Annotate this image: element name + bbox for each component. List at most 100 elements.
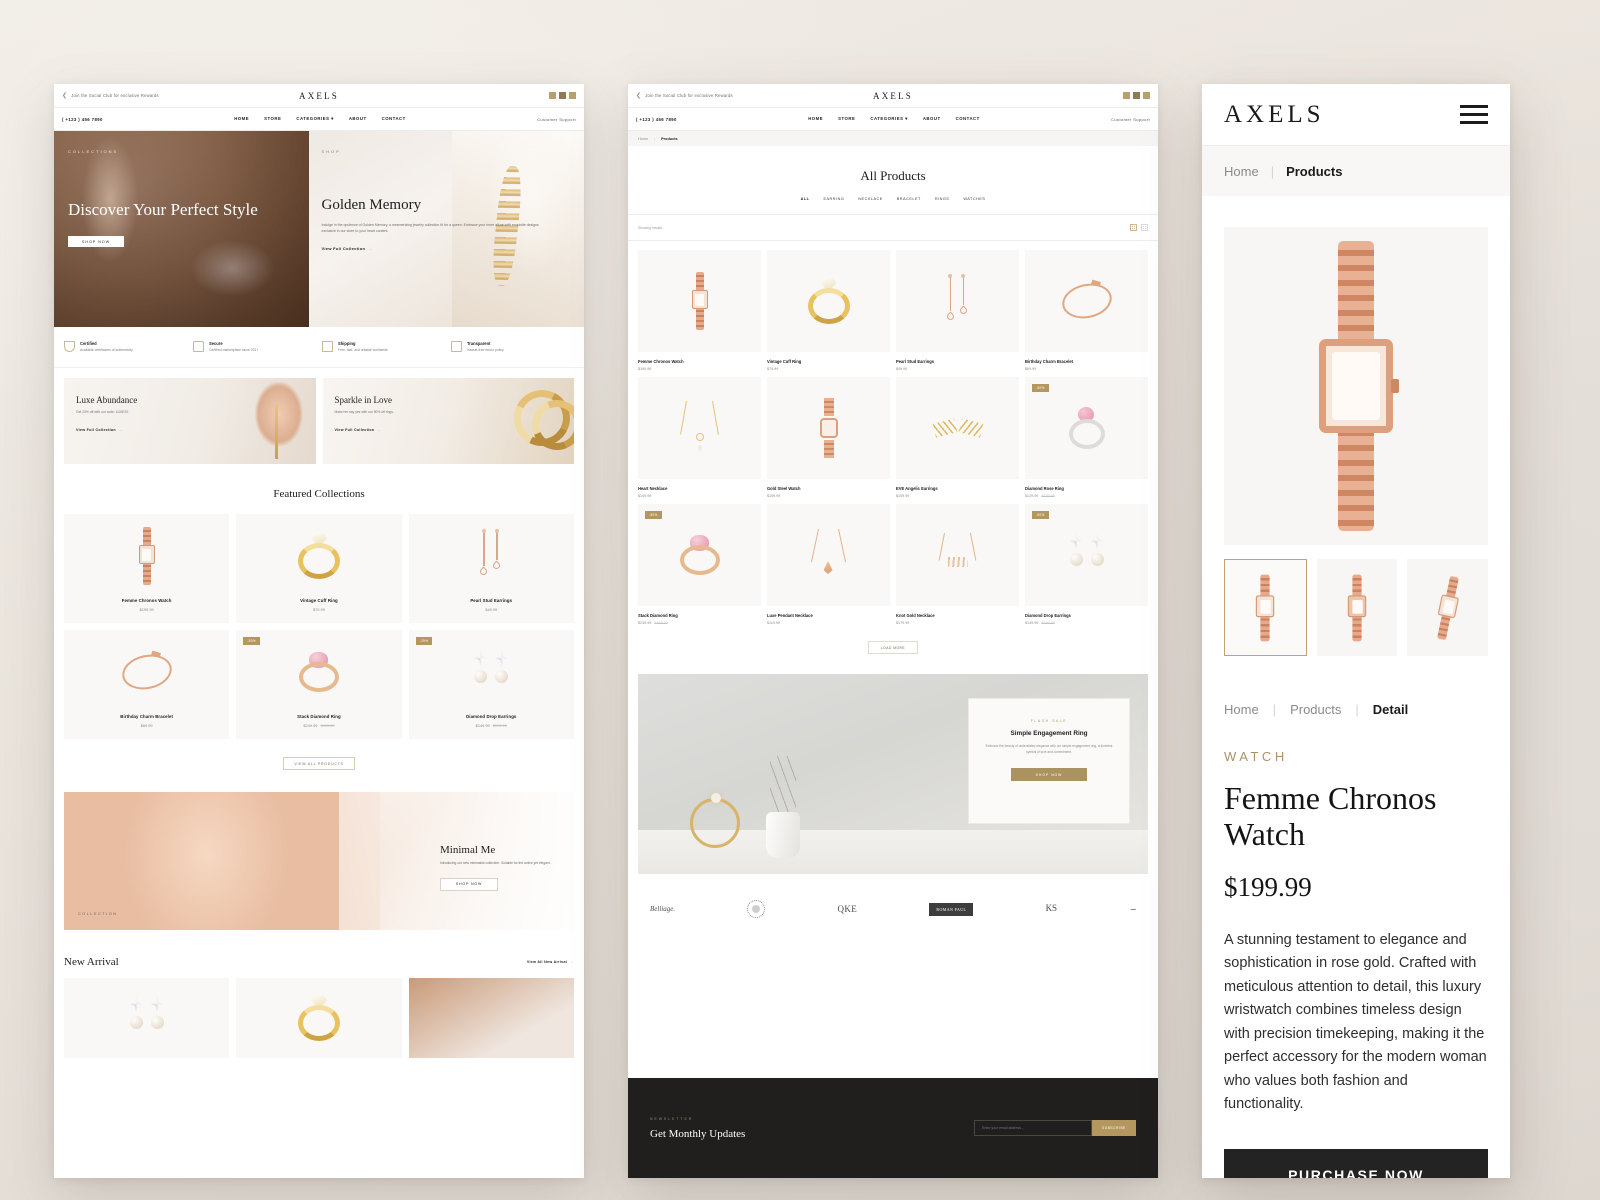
hero-shop-now-button[interactable]: SHOP NOW xyxy=(68,236,124,248)
gold-watch-artwork xyxy=(819,398,839,458)
filter-earring[interactable]: EARRING xyxy=(823,197,844,201)
facebook-icon[interactable] xyxy=(1143,92,1150,99)
brand-logo[interactable]: AXELS xyxy=(1224,101,1325,129)
breadcrumb-products[interactable]: Products xyxy=(1290,702,1341,717)
product-thumbnail-3[interactable] xyxy=(1407,559,1489,656)
new-arrival-title: New Arrival xyxy=(64,956,119,969)
instagram-icon[interactable] xyxy=(549,92,556,99)
hamburger-menu-icon[interactable] xyxy=(1460,100,1488,129)
promo-text: Join the Social Club for exclusive Rewar… xyxy=(645,93,733,98)
product-card[interactable]: Gold Steel Watch $159.99 xyxy=(767,377,890,498)
product-card[interactable]: EVE Angelic Earrings $159.99 xyxy=(896,377,1019,498)
product-price: $69.99 xyxy=(140,723,153,729)
filter-bracelet[interactable]: BRACELET xyxy=(897,197,921,201)
product-price: $149.99 $199.99 xyxy=(475,723,507,729)
nav-item-home[interactable]: HOME xyxy=(234,116,249,122)
product-card[interactable]: -25% Diamond Drop Earrings $149.99 $199.9… xyxy=(408,630,574,740)
filter-rings[interactable]: RINGS xyxy=(935,197,950,201)
nav-item-about[interactable]: ABOUT xyxy=(923,116,941,122)
share-icon[interactable]: ❮ xyxy=(636,92,641,99)
grid-view-icon[interactable] xyxy=(1130,224,1137,231)
newsletter-subscribe-button[interactable]: SUBSCRIBE xyxy=(1092,1120,1136,1136)
product-price: $149.99 xyxy=(638,494,652,498)
nav-item-contact[interactable]: CONTACT xyxy=(382,116,406,122)
share-icon[interactable]: ❮ xyxy=(62,92,67,99)
purchase-now-button[interactable]: PURCHASE NOW xyxy=(1224,1148,1488,1178)
product-image xyxy=(638,504,761,606)
detail-breadcrumb: Home | Products | Detail xyxy=(1224,702,1488,717)
product-card[interactable]: Vintage Cuff Ring $79.99 xyxy=(236,514,402,624)
discount-badge: -50% xyxy=(243,637,260,646)
product-card[interactable]: Knot Gold Necklace $179.99 xyxy=(896,504,1019,625)
hero-section: COLLECTIONS Discover Your Perfect Style … xyxy=(54,131,584,327)
earrings-artwork xyxy=(945,274,971,327)
social-links[interactable] xyxy=(1123,92,1150,99)
top-announcement-bar: ❮ Join the Social Club for exclusive Rew… xyxy=(54,84,584,108)
product-card[interactable]: Heart Necklace $149.99 xyxy=(638,377,761,498)
product-card[interactable]: -50% Diamond Rose Ring $129.99 $259.99 xyxy=(1025,377,1148,498)
newsletter-email-input[interactable] xyxy=(974,1120,1092,1136)
breadcrumb-home[interactable]: Home xyxy=(1224,164,1259,179)
filter-watches[interactable]: WATCHES xyxy=(963,197,985,201)
filter-all[interactable]: ALL xyxy=(801,197,810,201)
newsletter-title: Get Monthly Updates xyxy=(650,1127,746,1140)
product-filters: ALL EARRING NECKLACE BRACELET RINGS WATC… xyxy=(628,197,1158,201)
twitter-icon[interactable] xyxy=(559,92,566,99)
new-arrival-card[interactable] xyxy=(64,978,230,1059)
product-price: $49.99 xyxy=(896,367,908,371)
drop-earrings-artwork xyxy=(474,650,509,694)
social-links[interactable] xyxy=(549,92,576,99)
customer-support-link[interactable]: Customer Support xyxy=(537,117,576,122)
new-arrival-card[interactable] xyxy=(236,978,402,1059)
nav-item-store[interactable]: STORE xyxy=(264,116,281,122)
product-thumbnail-1[interactable] xyxy=(1224,559,1307,656)
product-price: $159.99 xyxy=(896,494,910,498)
minimal-shop-now-button[interactable]: SHOP NOW xyxy=(440,877,498,891)
list-view-icon[interactable] xyxy=(1141,224,1148,231)
knot-necklace-artwork xyxy=(937,532,979,577)
product-card[interactable]: Pearl Stud Earrings $49.99 xyxy=(896,250,1019,371)
product-card[interactable]: Femme Chronos Watch $199.99 xyxy=(638,250,761,371)
view-all-new-arrival-link[interactable]: View All New Arrival → xyxy=(527,960,574,964)
flash-sale-shop-now-button[interactable]: SHOP NOW xyxy=(1011,768,1087,782)
facebook-icon[interactable] xyxy=(569,92,576,99)
product-card[interactable]: Birthday Charm Bracelet $69.99 xyxy=(64,630,230,740)
diamond-icon xyxy=(64,341,75,352)
product-thumbnail-2[interactable] xyxy=(1316,559,1398,656)
nav-item-contact[interactable]: CONTACT xyxy=(956,116,980,122)
product-card[interactable]: -50% Stack Diamond Ring $249.99 $499.99 xyxy=(236,630,402,740)
product-card[interactable]: -50% Diamond Drop Earrings $149.99 $199.9… xyxy=(1025,504,1148,625)
nav-item-categories[interactable]: CATEGORIES ▾ xyxy=(296,116,333,122)
breadcrumb-separator: | xyxy=(1355,702,1359,717)
load-more-button[interactable]: LOAD MORE xyxy=(868,641,918,654)
nav-item-about[interactable]: ABOUT xyxy=(349,116,367,122)
new-arrival-card[interactable] xyxy=(408,978,574,1059)
customer-support-link[interactable]: Customer Support xyxy=(1111,117,1150,122)
gold-rings-artwork xyxy=(506,382,574,458)
breadcrumb-home[interactable]: Home xyxy=(638,137,648,141)
product-card[interactable]: Pearl Stud Earrings $49.99 xyxy=(408,514,574,624)
phone-number[interactable]: ( +123 ) 456 7890 xyxy=(636,117,677,122)
product-image xyxy=(409,514,574,598)
product-main-image[interactable] xyxy=(1224,227,1488,545)
product-card[interactable]: Femme Chronos Watch $199.99 xyxy=(64,514,230,624)
phone-number[interactable]: ( +123 ) 456 7890 xyxy=(62,117,103,122)
product-card[interactable]: Luxe Pendant Necklace $119.99 xyxy=(767,504,890,625)
view-all-products-button[interactable]: VIEW ALL PRODUCTS xyxy=(283,757,355,771)
nav-item-home[interactable]: HOME xyxy=(808,116,823,122)
nav-item-categories[interactable]: CATEGORIES ▾ xyxy=(870,116,907,122)
product-card[interactable]: -50% Stack Diamond Ring $249.99 $499.99 xyxy=(638,504,761,625)
product-price: $199.99 xyxy=(139,607,154,613)
product-card[interactable]: Vintage Cuff Ring $79.99 xyxy=(767,250,890,371)
product-image xyxy=(64,514,229,598)
instagram-icon[interactable] xyxy=(1123,92,1130,99)
hero-secondary-cta[interactable]: View Full Collection → xyxy=(322,246,572,251)
twitter-icon[interactable] xyxy=(1133,92,1140,99)
nav-item-store[interactable]: STORE xyxy=(838,116,855,122)
promo-luxe-abundance[interactable]: Luxe Abundance Get 20% off with our code… xyxy=(64,378,316,465)
filter-necklace[interactable]: NECKLACE xyxy=(858,197,882,201)
product-card[interactable]: Birthday Charm Bracelet $69.99 xyxy=(1025,250,1148,371)
promo-sparkle-in-love[interactable]: Sparkle in Love Make her say yes with ou… xyxy=(322,378,574,465)
view-toggle xyxy=(1130,224,1148,231)
breadcrumb-home[interactable]: Home xyxy=(1224,702,1259,717)
